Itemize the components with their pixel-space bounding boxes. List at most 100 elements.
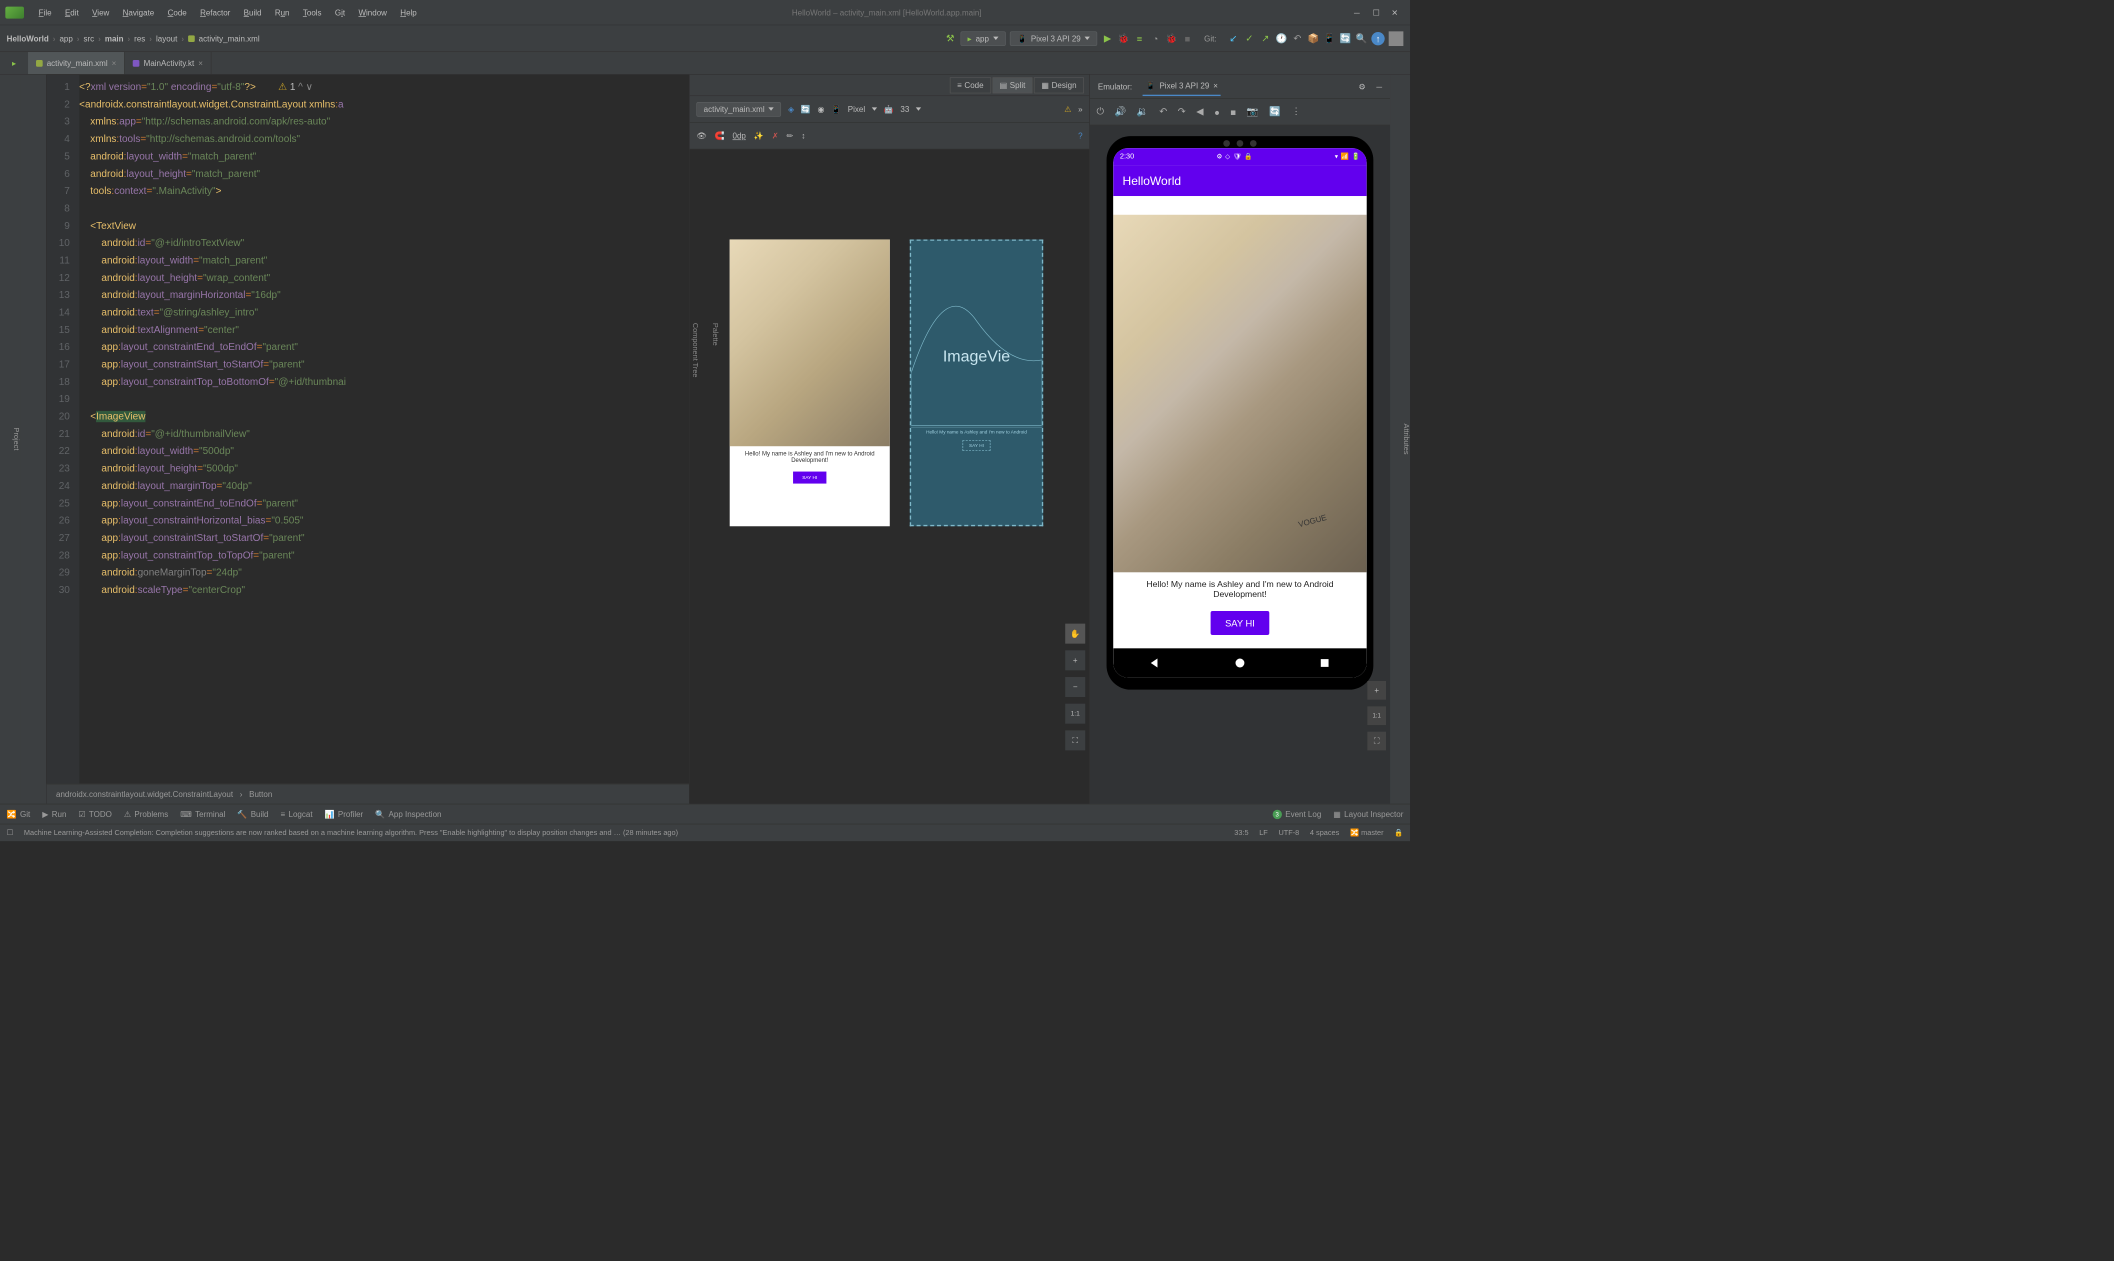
- wand-icon[interactable]: ✨: [754, 131, 764, 140]
- palette-tab[interactable]: Palette: [711, 323, 719, 378]
- close-tab-icon[interactable]: ×: [198, 58, 203, 67]
- zoom-in-icon[interactable]: +: [1065, 650, 1085, 670]
- project-collapsed-handle[interactable]: [20, 75, 47, 804]
- zoom-out-icon[interactable]: −: [1065, 677, 1085, 697]
- avd-icon[interactable]: 📱: [1323, 32, 1335, 44]
- menu-file[interactable]: FFileile: [32, 8, 58, 17]
- api-label[interactable]: 33: [900, 104, 909, 113]
- tool-run[interactable]: ▶ Run: [42, 809, 66, 818]
- device-dropdown[interactable]: 📱 Pixel 3 API 29: [1010, 31, 1098, 46]
- menu-build[interactable]: Build: [237, 8, 268, 17]
- design-file-dropdown[interactable]: activity_main.xml: [696, 102, 781, 117]
- menu-edit[interactable]: Edit: [58, 8, 85, 17]
- git-history-icon[interactable]: 🕐: [1275, 32, 1287, 44]
- avatar[interactable]: [1389, 31, 1404, 46]
- stop-icon[interactable]: ■: [1181, 32, 1193, 44]
- eye-icon[interactable]: 👁: [696, 131, 706, 140]
- git-commit-icon[interactable]: ✓: [1243, 32, 1255, 44]
- hammer-icon[interactable]: ⚒: [944, 32, 956, 44]
- design-surface-icon[interactable]: ◈: [788, 104, 794, 113]
- status-line-sep[interactable]: LF: [1259, 829, 1268, 837]
- view-design-button[interactable]: ▦ Design: [1034, 77, 1084, 93]
- more-icon[interactable]: ⋮: [1291, 106, 1300, 117]
- run-config-dropdown[interactable]: ▸ app: [960, 31, 1005, 46]
- zoom-fit-icon[interactable]: ⛶: [1065, 730, 1085, 750]
- tool-layout-inspector[interactable]: ▦ Layout Inspector: [1333, 809, 1403, 818]
- minimize-panel-icon[interactable]: ─: [1376, 82, 1382, 91]
- breadcrumb-app[interactable]: app: [59, 34, 72, 43]
- gear-icon[interactable]: ⚙: [1358, 82, 1365, 91]
- code-content[interactable]: <?xml version="1.0" encoding="utf-8"?> ⚠…: [79, 75, 689, 784]
- phone-screen[interactable]: 2:30 ⚙◇🛡🔒 ▾📶🔋 HelloWorld Hello! My name …: [1113, 148, 1366, 678]
- coverage-icon[interactable]: ≡: [1133, 32, 1145, 44]
- design-canvas[interactable]: Palette Component Tree Hello! My name is…: [690, 149, 1090, 803]
- close-tab-icon[interactable]: ×: [1213, 81, 1218, 90]
- menu-window[interactable]: Window: [352, 8, 394, 17]
- breadcrumb-main[interactable]: main: [105, 34, 124, 43]
- say-hi-button[interactable]: SAY HI: [1211, 611, 1270, 635]
- help-icon[interactable]: ↑: [1371, 32, 1384, 45]
- back-icon[interactable]: ◀: [1196, 106, 1203, 117]
- tool-terminal[interactable]: ⌨ Terminal: [180, 809, 225, 818]
- menu-view[interactable]: View: [85, 8, 116, 17]
- maximize-icon[interactable]: ☐: [1373, 8, 1382, 17]
- menu-code[interactable]: Code: [161, 8, 193, 17]
- home-icon[interactable]: ●: [1214, 106, 1220, 117]
- tool-problems[interactable]: ⚠ Problems: [124, 809, 168, 818]
- blueprint-preview[interactable]: ImageVie Hello! My name is Ashley and I'…: [910, 239, 1043, 526]
- tool-logcat[interactable]: ≡ Logcat: [281, 809, 313, 818]
- tab-activity-main[interactable]: activity_main.xml ×: [28, 52, 125, 74]
- view-split-button[interactable]: ▤ Split: [992, 77, 1032, 93]
- device-label[interactable]: Pixel: [848, 104, 865, 113]
- tool-todo[interactable]: ☑ TODO: [78, 809, 111, 818]
- volume-down-icon[interactable]: 🔉: [1137, 106, 1149, 117]
- design-preview[interactable]: Hello! My name is Ashley and I'm new to …: [730, 239, 890, 526]
- magnet-icon[interactable]: 🧲: [715, 131, 725, 140]
- minimize-icon[interactable]: ─: [1354, 8, 1363, 17]
- sync-icon[interactable]: 🔄: [1339, 32, 1351, 44]
- code-nav-child[interactable]: Button: [249, 789, 272, 798]
- help-icon[interactable]: ?: [1078, 131, 1082, 140]
- git-push-icon[interactable]: ↗: [1259, 32, 1271, 44]
- volume-up-icon[interactable]: 🔊: [1115, 106, 1127, 117]
- menu-tools[interactable]: Tools: [296, 8, 328, 17]
- emulator-device-tab[interactable]: 📱Pixel 3 API 29×: [1143, 77, 1221, 96]
- rotate-right-icon[interactable]: ↷: [1178, 106, 1186, 117]
- debug-icon[interactable]: 🐞: [1117, 32, 1129, 44]
- breadcrumb-src[interactable]: src: [83, 34, 94, 43]
- menu-run[interactable]: Run: [268, 8, 296, 17]
- search-icon[interactable]: 🔍: [1355, 32, 1367, 44]
- nav-home-icon[interactable]: [1233, 656, 1246, 669]
- git-rollback-icon[interactable]: ↶: [1291, 32, 1303, 44]
- zoom-11-icon[interactable]: 1:1: [1065, 704, 1085, 724]
- breadcrumb-layout[interactable]: layout: [156, 34, 177, 43]
- close-tab-icon[interactable]: ×: [112, 58, 117, 67]
- power-icon[interactable]: ⏻: [1097, 106, 1104, 117]
- git-update-icon[interactable]: ↙: [1227, 32, 1239, 44]
- tool-attributes[interactable]: Attributes: [1402, 424, 1410, 455]
- breadcrumb-project[interactable]: HelloWorld: [7, 34, 49, 43]
- screenshot-icon[interactable]: 📷: [1247, 106, 1259, 117]
- nav-overview-icon[interactable]: [1318, 656, 1331, 669]
- tool-event-log[interactable]: 3 Event Log: [1273, 809, 1322, 818]
- pan-icon[interactable]: ✋: [1065, 624, 1085, 644]
- status-cursor-pos[interactable]: 33:5: [1234, 829, 1248, 837]
- menu-git[interactable]: Git: [328, 8, 352, 17]
- tool-profiler[interactable]: 📊 Profiler: [325, 809, 364, 818]
- dp-label[interactable]: 0dp: [732, 131, 745, 140]
- orientation-icon[interactable]: 🔄: [801, 104, 811, 113]
- reload-icon[interactable]: 🔄: [1269, 106, 1281, 117]
- nav-back-icon[interactable]: [1149, 656, 1162, 669]
- emu-11-icon[interactable]: 1:1: [1367, 706, 1386, 725]
- rotate-left-icon[interactable]: ↶: [1159, 106, 1167, 117]
- tool-build[interactable]: 🔨 Build: [237, 809, 268, 818]
- tool-git[interactable]: 🔀 Git: [7, 809, 31, 818]
- wand2-icon[interactable]: ✏: [787, 131, 794, 140]
- component-tree-tab[interactable]: Component Tree: [691, 323, 699, 378]
- breadcrumb-file[interactable]: activity_main.xml: [199, 34, 260, 43]
- overview-icon[interactable]: ■: [1230, 106, 1236, 117]
- status-indent[interactable]: 4 spaces: [1310, 829, 1339, 837]
- code-editor[interactable]: 1234567891011121314151617181920212223242…: [47, 75, 689, 784]
- emu-zoom-in-icon[interactable]: +: [1367, 681, 1386, 700]
- tool-app-inspection[interactable]: 🔍 App Inspection: [375, 809, 441, 818]
